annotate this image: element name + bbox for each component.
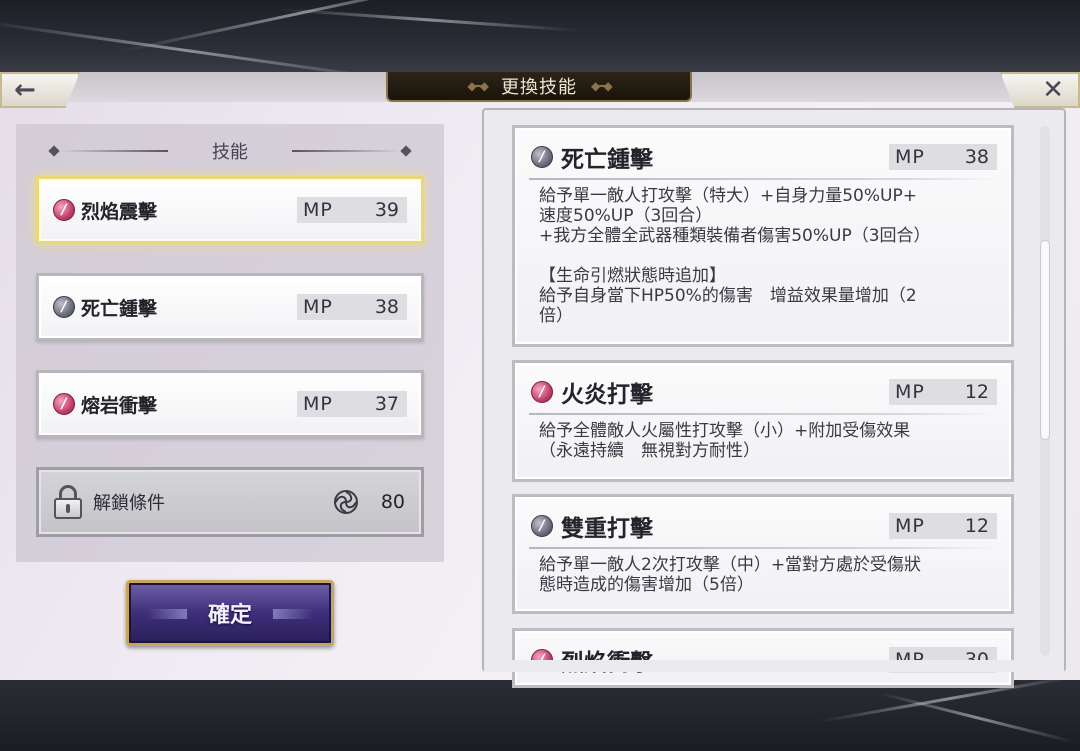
divider	[529, 178, 997, 180]
decor-streak	[119, 0, 473, 53]
skill-card-header: / 雙重打擊 MP 12	[531, 511, 997, 542]
skill-orb-icon: /	[53, 296, 75, 318]
title-ornament-right: ◆━◆	[591, 79, 613, 93]
skill-name: 雙重打擊	[561, 515, 653, 542]
mp-label: MP	[303, 199, 333, 221]
list-clip-edge	[484, 660, 1064, 672]
unlock-value: 80	[380, 491, 405, 513]
unlock-condition-label: 解鎖條件	[93, 493, 165, 514]
skill-name: 火炎打擊	[561, 381, 653, 408]
skill-name: 死亡鍾擊	[561, 146, 653, 173]
skill-orb-icon: /	[531, 515, 553, 537]
ornament-diamond	[400, 145, 412, 157]
ornament-line	[60, 150, 168, 152]
mp-value: 37	[374, 393, 399, 415]
decor-streak	[879, 692, 1075, 744]
swirl-icon	[333, 490, 358, 514]
skill-card[interactable]: / 烈焰衝擊 MP 30	[512, 628, 1014, 688]
mp-cost: MP 38	[297, 294, 407, 320]
skill-name: 死亡鍾擊	[81, 297, 158, 320]
skill-orb-icon: /	[531, 146, 553, 168]
mp-cost: MP 38	[889, 144, 997, 170]
mp-value: 38	[374, 296, 399, 318]
button-flourish	[273, 609, 313, 619]
divider	[529, 413, 997, 415]
skill-description: 給予單一敵人2次打攻擊（中）+當對方處於受傷狀 態時造成的傷害增加（5倍）	[539, 555, 922, 595]
section-label: 技能	[212, 142, 248, 163]
skill-orb-icon: /	[53, 199, 75, 221]
mp-label: MP	[303, 296, 333, 318]
locked-skill-slot[interactable]: 解鎖條件 80	[36, 467, 424, 537]
ornament-line	[292, 150, 400, 152]
skill-card[interactable]: / 火炎打擊 MP 12 給予全體敵人火屬性打攻擊（小）+附加受傷效果 （永遠持…	[512, 360, 1014, 482]
skill-name: 熔岩衝擊	[81, 394, 158, 417]
mp-cost: MP 37	[297, 391, 407, 417]
skill-card[interactable]: / 雙重打擊 MP 12 給予單一敵人2次打攻擊（中）+當對方處於受傷狀 態時造…	[512, 494, 1014, 614]
top-background	[0, 0, 1080, 75]
skill-orb-icon: /	[53, 393, 75, 415]
ornament-diamond	[48, 145, 60, 157]
skill-card[interactable]: / 死亡鍾擊 MP 38 給予單一敵人打攻擊（特大）+自身力量50%UP+ 速度…	[512, 125, 1014, 347]
section-header: 技能	[48, 138, 412, 164]
button-flourish	[147, 609, 187, 619]
mp-cost: MP 12	[889, 379, 997, 405]
mp-label: MP	[895, 381, 925, 403]
skill-card-header: / 火炎打擊 MP 12	[531, 377, 997, 408]
skill-card-header: / 死亡鍾擊 MP 38	[531, 142, 997, 173]
mp-value: 12	[964, 381, 989, 403]
mp-value: 39	[374, 199, 399, 221]
divider	[529, 547, 997, 549]
mp-label: MP	[895, 515, 925, 537]
mp-value: 38	[964, 146, 989, 168]
confirm-button[interactable]: 確定	[126, 580, 334, 646]
bottom-background	[0, 680, 1080, 751]
close-icon: ✕	[1042, 75, 1064, 105]
page-title: 更換技能	[501, 77, 577, 98]
scrollbar-thumb[interactable]	[1040, 240, 1050, 440]
skill-slot-3[interactable]: / 熔岩衝擊 MP 37	[36, 370, 424, 438]
title-ornament-left: ◆━◆	[467, 79, 489, 93]
confirm-label: 確定	[207, 602, 252, 628]
skill-description: 給予單一敵人打攻擊（特大）+自身力量50%UP+ 速度50%UP（3回合） +我…	[539, 186, 931, 326]
skill-description: 給予全體敵人火屬性打攻擊（小）+附加受傷效果 （永遠持續 無視對方耐性）	[539, 421, 911, 461]
back-arrow-icon: ←	[14, 75, 36, 105]
title-plate: ◆━◆ 更換技能 ◆━◆	[386, 72, 692, 102]
decor-streak	[0, 20, 397, 75]
decor-streak	[279, 8, 580, 32]
skill-name: 烈焰震擊	[81, 200, 158, 223]
skill-slot-1[interactable]: / 烈焰震擊 MP 39	[36, 176, 424, 244]
mp-cost: MP 39	[297, 197, 407, 223]
skill-orb-icon: /	[531, 381, 553, 403]
mp-label: MP	[303, 393, 333, 415]
skill-slot-2[interactable]: / 死亡鍾擊 MP 38	[36, 273, 424, 341]
lock-icon	[53, 485, 83, 519]
mp-label: MP	[895, 146, 925, 168]
mp-value: 12	[964, 515, 989, 537]
mp-cost: MP 12	[889, 513, 997, 539]
